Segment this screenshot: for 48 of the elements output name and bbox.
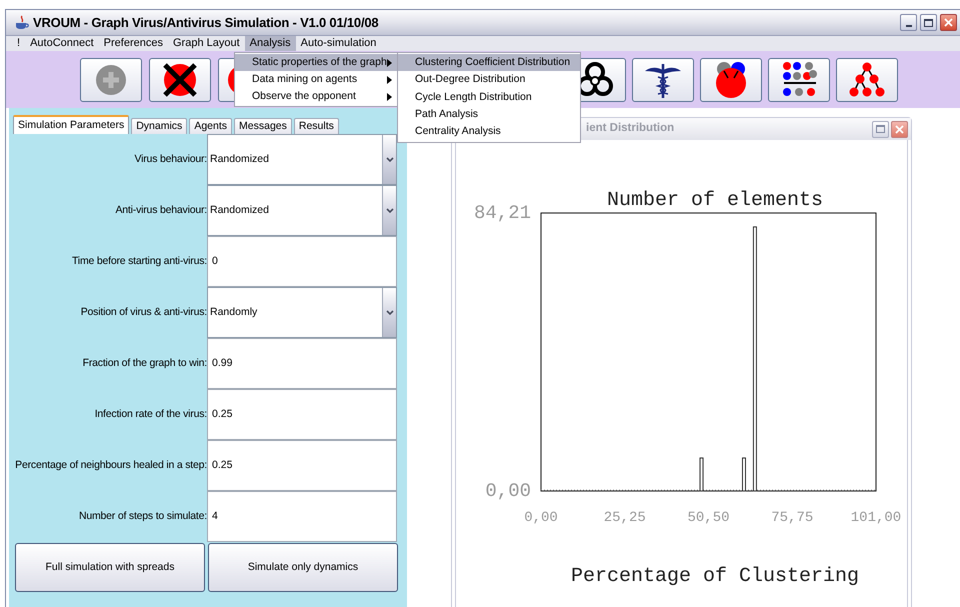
window-title: VROUM - Graph Virus/Antivirus Simulation - V1.0 01/10/08 — [33, 14, 378, 32]
x-tick-label: 101,00 — [850, 510, 902, 526]
menu-item[interactable]: AutoConnect — [25, 36, 99, 51]
menu-item[interactable]: Preferences — [98, 36, 168, 51]
menu-item[interactable]: Auto-simulation — [296, 36, 382, 51]
dropdown[interactable]: Randomized — [207, 134, 397, 185]
menu-item[interactable]: Graph Layout — [168, 36, 245, 51]
tab[interactable]: Messages — [234, 118, 292, 134]
dropdown[interactable]: Randomized — [207, 185, 397, 236]
tab[interactable]: Agents — [189, 118, 232, 134]
x-tick-label: 25,25 — [604, 510, 646, 526]
tab[interactable]: Dynamics — [131, 118, 188, 134]
x-tick-label: 0,00 — [524, 510, 558, 526]
chart-title: Number of elements — [606, 189, 824, 212]
menu-entry[interactable]: Data mining on agents — [235, 71, 397, 88]
input-field[interactable]: 0.25 — [207, 440, 397, 491]
field-label: Percentage of neighbours healed in a step: — [14, 458, 207, 473]
field-label: Time before starting anti-virus: — [70, 254, 207, 269]
menu-entry[interactable]: Observe the opponent — [235, 88, 397, 105]
menu-entry[interactable]: Static properties of the graph — [235, 54, 397, 71]
input-field[interactable]: 0.25 — [207, 389, 397, 440]
input-field[interactable]: 0 — [207, 236, 397, 287]
input-field[interactable]: 0.99 — [207, 338, 397, 389]
menu-item[interactable]: ! — [12, 36, 26, 51]
tab[interactable]: Simulation Parameters — [13, 115, 130, 134]
chart-window-title: ient Distribution — [586, 121, 674, 136]
field-label: Position of virus & anti-virus: — [80, 304, 207, 320]
tab[interactable]: Results — [294, 118, 339, 134]
x-tick-label: 75,75 — [771, 510, 814, 526]
field-label: Number of steps to simulate: — [78, 508, 207, 524]
field-label: Anti-virus behaviour: — [114, 202, 207, 218]
submenu-entry[interactable]: Clustering Coefficient Distribution — [398, 54, 580, 72]
y-tick-label: 84,21 — [474, 202, 531, 224]
field-label: Fraction of the graph to win: — [82, 356, 207, 371]
x-axis-label: Percentage of Clustering — [570, 565, 860, 588]
x-tick-label: 50,50 — [688, 510, 730, 526]
menu-item[interactable]: Analysis — [244, 36, 296, 51]
dropdown[interactable]: Randomly — [207, 287, 397, 338]
field-label: Virus behaviour: — [134, 152, 207, 167]
field-label: Infection rate of the virus: — [94, 406, 207, 422]
submenu-entry[interactable]: Centrality Analysis — [398, 124, 580, 141]
input-field[interactable]: 4 — [207, 491, 397, 542]
submenu-entry[interactable]: Cycle Length Distribution — [398, 88, 580, 106]
submenu-entry[interactable]: Path Analysis — [398, 106, 580, 124]
y-tick-label: 0,00 — [485, 480, 531, 502]
submenu-entry[interactable]: Out-Degree Distribution — [398, 71, 580, 89]
action-button[interactable]: Simulate only dynamics — [208, 543, 398, 592]
action-button[interactable]: Full simulation with spreads — [15, 543, 205, 592]
